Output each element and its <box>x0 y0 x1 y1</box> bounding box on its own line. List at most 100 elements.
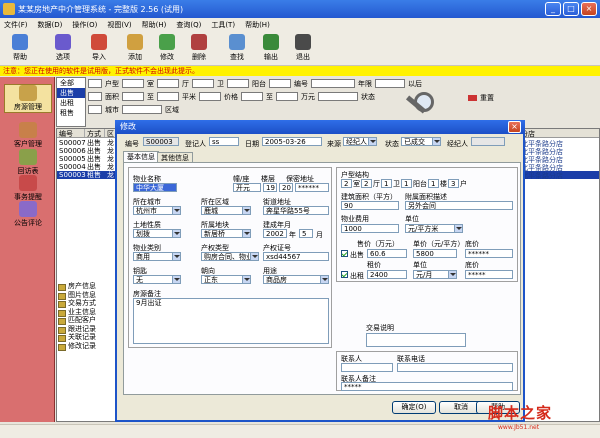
select-laiyuan[interactable]: 经纪人 <box>343 137 377 146</box>
menu-item-7[interactable]: 帮助(H) <box>245 20 270 30</box>
toolbar-button-7[interactable]: 输出 <box>256 34 286 64</box>
minimize-button[interactable]: _ <box>545 2 561 16</box>
huxing-value-2[interactable]: 2 <box>361 179 372 188</box>
checkbox-sale[interactable] <box>341 250 348 257</box>
ok-button[interactable]: 确定(O) <box>392 401 436 414</box>
huxing-value-0[interactable]: 2 <box>341 179 352 188</box>
field-zujin-dj[interactable]: ***** <box>465 270 513 279</box>
type-item-1[interactable]: 出售 <box>57 88 85 98</box>
menu-item-6[interactable]: 工具(T) <box>211 20 235 30</box>
field-fushu[interactable]: 另外会间 <box>405 201 513 210</box>
select-chengshi[interactable]: 杭州市 <box>133 206 181 215</box>
field-louceng-b[interactable]: 20 <box>279 183 293 192</box>
detail-nav-item-3[interactable]: 业主信息 <box>56 308 116 316</box>
field-lianxiren[interactable] <box>341 363 393 372</box>
maximize-button[interactable]: □ <box>563 2 579 16</box>
huxing-value-8[interactable]: 1 <box>428 179 439 188</box>
sidebar-item-4[interactable]: 公告评论 <box>4 201 52 228</box>
grid-header-0[interactable]: 编号 <box>57 129 85 138</box>
filter-row1-box-2[interactable] <box>157 79 179 88</box>
detail-nav-item-6[interactable]: 关联记录 <box>56 333 116 342</box>
detail-nav-item-0[interactable]: 房产信息 <box>56 282 116 291</box>
field-wuyefei[interactable]: 1000 <box>341 224 399 233</box>
select-yongtu[interactable]: 商品房 <box>263 275 329 284</box>
tab-basic-info[interactable]: 基本信息 <box>123 151 159 162</box>
select-tudi[interactable]: 划拨 <box>133 229 181 238</box>
field-dianhua[interactable] <box>397 363 513 372</box>
field-niandai[interactable]: 2002 <box>263 229 287 238</box>
field-louceng-a[interactable]: 19 <box>263 183 277 192</box>
grid-header-1[interactable]: 方式 <box>85 129 105 138</box>
field-beizhu[interactable]: 9月出证 <box>133 298 329 344</box>
field-dongzuo[interactable]: 开元 <box>233 183 261 192</box>
filter-row1-box-4[interactable] <box>227 79 249 88</box>
field-jiedao[interactable]: 奔星华路55号 <box>263 206 329 215</box>
menu-item-1[interactable]: 数据(D) <box>38 20 63 30</box>
detail-nav-item-7[interactable]: 修改记录 <box>56 342 116 350</box>
filter-row2-box-3[interactable] <box>199 92 221 101</box>
detail-nav-item-2[interactable]: 交易方式 <box>56 299 116 308</box>
field-shoujia[interactable]: 60.6 <box>367 249 407 258</box>
filter-row2-box-1[interactable] <box>122 92 144 101</box>
filter-row3-box-0[interactable] <box>88 105 102 114</box>
sidebar-item-2[interactable]: 回访表 <box>4 149 52 176</box>
toolbar-button-3[interactable]: 添加 <box>120 34 150 64</box>
field-wuye[interactable]: 中华大厦 <box>133 183 177 192</box>
filter-row1-box-7[interactable] <box>375 79 405 88</box>
filter-row2-box-6[interactable] <box>318 92 358 101</box>
field-niandai-month[interactable]: 5 <box>299 229 313 238</box>
select-chaoxiang[interactable]: 正东 <box>201 275 251 284</box>
close-button[interactable]: × <box>581 2 597 16</box>
field-mianji[interactable]: 90 <box>341 201 399 210</box>
field-lxbeizhu[interactable]: ***** <box>341 382 513 391</box>
filter-row2-box-2[interactable] <box>157 92 179 101</box>
type-list[interactable]: 全部 出售 出租 租售 <box>56 77 86 127</box>
select-zhuangtai[interactable]: 已成交 <box>401 137 441 146</box>
toolbar-button-4[interactable]: 修改 <box>152 34 182 64</box>
toolbar-button-8[interactable]: 退出 <box>288 34 318 64</box>
toolbar-button-5[interactable]: 删除 <box>184 34 214 64</box>
menu-item-5[interactable]: 查询(Q) <box>176 20 201 30</box>
toolbar-button-2[interactable]: 导入 <box>84 34 114 64</box>
sidebar-item-1[interactable]: 客户管理 <box>4 122 52 149</box>
detail-nav-item-4[interactable]: 匹配客户 <box>56 316 116 325</box>
toolbar-button-0[interactable]: 帮助 <box>5 34 35 64</box>
select-leibie[interactable]: 商用 <box>133 252 181 261</box>
checkbox-rent[interactable] <box>341 271 348 278</box>
field-zhenghao[interactable]: xsd44567 <box>263 252 329 261</box>
filter-row1-box-0[interactable] <box>88 79 102 88</box>
filter-row1-box-5[interactable] <box>269 79 291 88</box>
sidebar-item-0[interactable]: 房源管理 <box>4 84 52 113</box>
field-jiaoyi[interactable] <box>366 333 466 347</box>
reset-button[interactable]: 重置 <box>480 93 494 103</box>
type-item-3[interactable]: 租售 <box>57 108 85 118</box>
huxing-value-6[interactable]: 1 <box>401 179 412 188</box>
detail-nav-item-1[interactable]: 图片信息 <box>56 291 116 299</box>
select-danwei[interactable]: 元/平方米 <box>405 224 463 233</box>
select-yaoshi[interactable]: 无 <box>133 275 181 284</box>
field-shoujia-unit[interactable]: 5800 <box>413 249 457 258</box>
menu-item-4[interactable]: 帮助(H) <box>142 20 167 30</box>
toolbar-button-6[interactable]: 查找 <box>222 34 252 64</box>
select-quanshu[interactable]: 新居桥 <box>201 229 251 238</box>
filter-row2-box-0[interactable] <box>88 92 102 101</box>
field-zujin[interactable]: 2400 <box>367 270 407 279</box>
sidebar-item-3[interactable]: 事务提醒 <box>4 175 52 202</box>
detail-nav-item-5[interactable]: 跟进记录 <box>56 325 116 333</box>
menu-item-3[interactable]: 视图(V) <box>107 20 131 30</box>
field-baomi[interactable]: ****** <box>295 183 329 192</box>
filter-row1-box-3[interactable] <box>192 79 214 88</box>
toolbar-button-1[interactable]: 选项 <box>48 34 78 64</box>
filter-row1-box-6[interactable] <box>311 79 355 88</box>
menu-item-2[interactable]: 操作(O) <box>72 20 97 30</box>
select-quyu[interactable]: 鹿城 <box>201 206 251 215</box>
field-bianhao[interactable]: S00003 <box>143 137 179 146</box>
huxing-value-10[interactable]: 3 <box>448 179 459 188</box>
menu-item-0[interactable]: 文件(F) <box>4 20 28 30</box>
field-jingjiren[interactable] <box>471 137 505 146</box>
field-riqi[interactable]: 2005-03-26 <box>262 137 322 146</box>
type-item-2[interactable]: 出租 <box>57 98 85 108</box>
filter-row3-box-1[interactable] <box>122 105 162 114</box>
filter-row2-box-5[interactable] <box>276 92 298 101</box>
select-zujin-dw[interactable]: 元/月 <box>413 270 457 279</box>
